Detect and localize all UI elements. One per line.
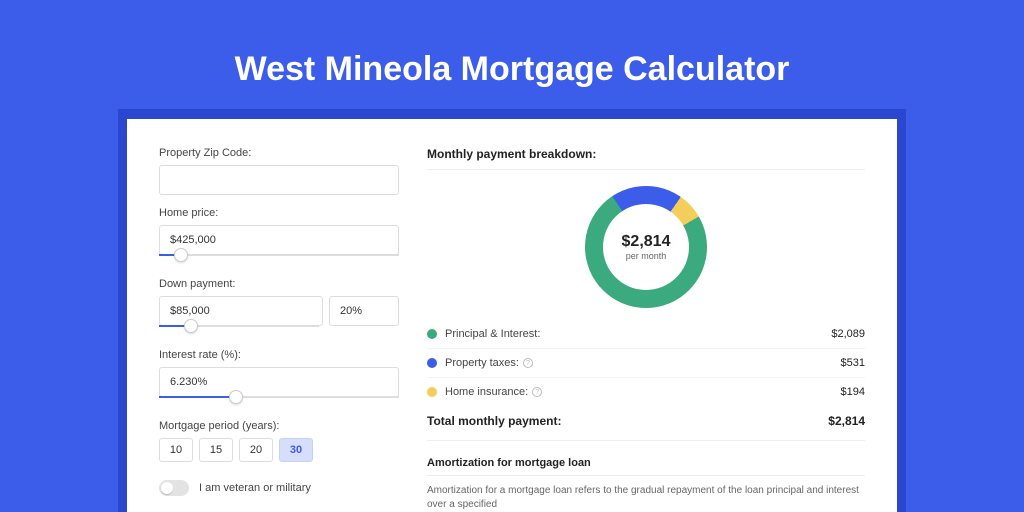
zip-label: Property Zip Code: <box>159 147 399 159</box>
down-payment-slider[interactable] <box>159 325 319 337</box>
total-label: Total monthly payment: <box>427 414 561 428</box>
down-payment-pct-input[interactable] <box>329 296 399 326</box>
zip-input[interactable] <box>159 165 399 195</box>
swatch-principal <box>427 329 437 339</box>
donut-sub: per month <box>626 251 667 261</box>
legend-row-taxes: Property taxes:? $531 <box>427 349 865 378</box>
legend-label-insurance: Home insurance: <box>445 386 528 398</box>
payment-donut: $2,814 per month <box>585 186 707 308</box>
legend-label-taxes: Property taxes: <box>445 357 519 369</box>
legend-label-principal: Principal & Interest: <box>445 328 540 340</box>
veteran-label: I am veteran or military <box>199 482 311 494</box>
amortization-text: Amortization for a mortgage loan refers … <box>427 484 865 512</box>
swatch-taxes <box>427 358 437 368</box>
home-price-slider[interactable] <box>159 254 399 266</box>
legend-row-principal: Principal & Interest: $2,089 <box>427 320 865 349</box>
mortgage-period-group: 10152030 <box>159 438 399 462</box>
page-title: West Mineola Mortgage Calculator <box>0 0 1024 109</box>
legend-value-principal: $2,089 <box>831 328 865 340</box>
home-price-input[interactable] <box>159 225 399 255</box>
interest-rate-slider[interactable] <box>159 396 399 408</box>
legend-value-taxes: $531 <box>841 357 865 369</box>
period-button-10[interactable]: 10 <box>159 438 193 462</box>
legend-value-insurance: $194 <box>841 386 865 398</box>
period-button-30[interactable]: 30 <box>279 438 313 462</box>
interest-rate-label: Interest rate (%): <box>159 349 399 361</box>
mortgage-period-label: Mortgage period (years): <box>159 420 399 432</box>
total-value: $2,814 <box>828 414 865 428</box>
donut-amount: $2,814 <box>622 233 671 251</box>
legend-row-insurance: Home insurance:? $194 <box>427 378 865 406</box>
down-payment-label: Down payment: <box>159 278 399 290</box>
period-button-20[interactable]: 20 <box>239 438 273 462</box>
swatch-insurance <box>427 387 437 397</box>
interest-rate-input[interactable] <box>159 367 399 397</box>
veteran-toggle[interactable] <box>159 480 189 496</box>
period-button-15[interactable]: 15 <box>199 438 233 462</box>
info-icon[interactable]: ? <box>523 358 533 368</box>
amortization-title: Amortization for mortgage loan <box>427 457 865 476</box>
breakdown-title: Monthly payment breakdown: <box>427 147 865 170</box>
info-icon[interactable]: ? <box>532 387 542 397</box>
home-price-label: Home price: <box>159 207 399 219</box>
down-payment-amount-input[interactable] <box>159 296 323 326</box>
